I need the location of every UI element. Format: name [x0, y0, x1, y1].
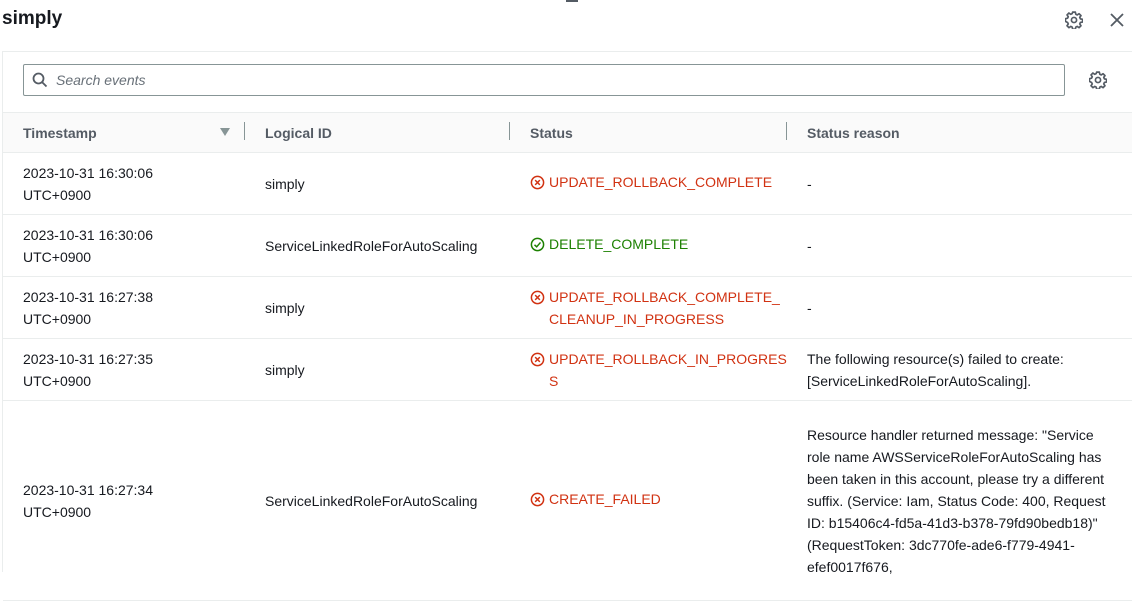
cell-status-reason: -: [787, 276, 1132, 339]
status-reason-text: The following resource(s) failed to crea…: [807, 350, 1064, 389]
events-toolbar: [3, 52, 1132, 112]
status-indicator: UPDATE_ROLLBACK_IN_PROGRES S: [530, 348, 787, 392]
timestamp-text: 2023-10-31 16:30:06 UTC+0900: [23, 164, 153, 203]
close-icon: [1110, 13, 1124, 27]
success-check-icon: [530, 237, 545, 252]
status-reason-text: -: [807, 237, 812, 254]
cell-status: UPDATE_ROLLBACK_COMPLETE: [510, 152, 787, 215]
logical-id-text: ServiceLinkedRoleForAutoScaling: [265, 492, 478, 509]
cell-logical-id: simply: [245, 276, 510, 339]
timestamp-text: 2023-10-31 16:30:06 UTC+0900: [23, 226, 153, 265]
logical-id-text: ServiceLinkedRoleForAutoScaling: [265, 237, 478, 254]
column-header-label: Timestamp: [23, 125, 97, 141]
status-indicator: UPDATE_ROLLBACK_COMPLETE: [530, 171, 772, 193]
cell-logical-id: simply: [245, 338, 510, 401]
close-button[interactable]: [1105, 9, 1129, 31]
page-title: simply: [2, 8, 63, 29]
cell-status: UPDATE_ROLLBACK_IN_PROGRES S: [510, 338, 787, 401]
gear-icon: [1089, 71, 1107, 89]
error-circle-icon: [530, 492, 545, 507]
gear-icon: [1065, 11, 1083, 29]
timestamp-text: 2023-10-31 16:27:35 UTC+0900: [23, 350, 153, 389]
logical-id-text: simply: [265, 361, 305, 378]
resize-handle[interactable]: [566, 0, 578, 2]
column-header-status-reason[interactable]: Status reason: [787, 112, 1132, 153]
logical-id-text: simply: [265, 299, 305, 316]
column-header-status[interactable]: Status: [510, 112, 787, 153]
column-header-timestamp[interactable]: Timestamp: [3, 112, 245, 153]
status-reason-text: Resource handler returned message: "Serv…: [807, 426, 1106, 575]
search-input[interactable]: [56, 65, 1046, 95]
cell-status: DELETE_COMPLETE: [510, 214, 787, 277]
column-header-label: Status: [530, 125, 573, 141]
cell-timestamp: 2023-10-31 16:30:06 UTC+0900: [3, 214, 245, 277]
cell-timestamp: 2023-10-31 16:27:34 UTC+0900: [3, 400, 245, 601]
table-row[interactable]: 2023-10-31 16:27:38 UTC+0900 simply UPDATE…: [3, 276, 1132, 339]
events-panel: Timestamp Logical ID Status Status reaso…: [2, 51, 1132, 601]
column-header-label: Logical ID: [265, 125, 332, 141]
events-table-body: 2023-10-31 16:30:06 UTC+0900 simply UPDATE…: [3, 152, 1132, 601]
status-text: DELETE_COMPLETE: [549, 236, 689, 252]
cell-timestamp: 2023-10-31 16:27:38 UTC+0900: [3, 276, 245, 339]
search-icon: [32, 72, 48, 88]
error-circle-icon: [530, 352, 545, 366]
search-field[interactable]: [23, 64, 1065, 96]
timestamp-text: 2023-10-31 16:27:38 UTC+0900: [23, 288, 153, 327]
table-row[interactable]: 2023-10-31 16:30:06 UTC+0900 simply UPDATE…: [3, 152, 1132, 215]
cell-timestamp: 2023-10-31 16:27:35 UTC+0900: [3, 338, 245, 401]
cell-status-reason: -: [787, 214, 1132, 277]
status-indicator: CREATE_FAILED: [530, 488, 661, 510]
status-indicator: DELETE_COMPLETE: [530, 233, 688, 255]
cell-logical-id: simply: [245, 152, 510, 215]
status-reason-text: -: [807, 175, 812, 192]
table-row[interactable]: 2023-10-31 16:30:06 UTC+0900 ServiceLinke…: [3, 214, 1132, 277]
error-circle-icon: [530, 290, 545, 304]
cell-status: UPDATE_ROLLBACK_COMPLETE_ CLEANUP_IN_PRO…: [510, 276, 787, 339]
timestamp-text: 2023-10-31 16:27:34 UTC+0900: [23, 481, 153, 520]
column-header-label: Status reason: [807, 125, 900, 141]
status-text: UPDATE_ROLLBACK_COMPLETE: [549, 174, 773, 190]
cell-timestamp: 2023-10-31 16:30:06 UTC+0900: [3, 152, 245, 215]
status-text: CREATE_FAILED: [549, 491, 661, 507]
panel-header: simply: [0, 0, 1136, 40]
cell-status-reason: Resource handler returned message: "Serv…: [787, 400, 1132, 601]
cell-status-reason: The following resource(s) failed to crea…: [787, 338, 1132, 401]
cell-logical-id: ServiceLinkedRoleForAutoScaling: [245, 214, 510, 277]
settings-button[interactable]: [1062, 9, 1086, 31]
status-text: UPDATE_ROLLBACK_COMPLETE_ CLEANUP_IN_PRO…: [549, 288, 780, 327]
status-indicator: UPDATE_ROLLBACK_COMPLETE_ CLEANUP_IN_PRO…: [530, 286, 780, 330]
error-circle-icon: [530, 175, 545, 190]
cell-logical-id: ServiceLinkedRoleForAutoScaling: [245, 400, 510, 601]
table-row[interactable]: 2023-10-31 16:27:35 UTC+0900 simply UPDATE…: [3, 338, 1132, 401]
cell-status-reason: -: [787, 152, 1132, 215]
column-header-logical-id[interactable]: Logical ID: [245, 112, 510, 153]
table-row[interactable]: 2023-10-31 16:27:34 UTC+0900 ServiceLinke…: [3, 400, 1132, 601]
logical-id-text: simply: [265, 175, 305, 192]
events-table: Timestamp Logical ID Status Status reaso…: [3, 112, 1132, 601]
caret-down-icon[interactable]: [219, 127, 231, 137]
cell-status: CREATE_FAILED: [510, 400, 787, 601]
status-reason-text: -: [807, 299, 812, 316]
preferences-button[interactable]: [1086, 69, 1110, 91]
table-header-row: Timestamp Logical ID Status Status reaso…: [3, 112, 1132, 153]
status-text: UPDATE_ROLLBACK_IN_PROGRES S: [549, 350, 787, 389]
